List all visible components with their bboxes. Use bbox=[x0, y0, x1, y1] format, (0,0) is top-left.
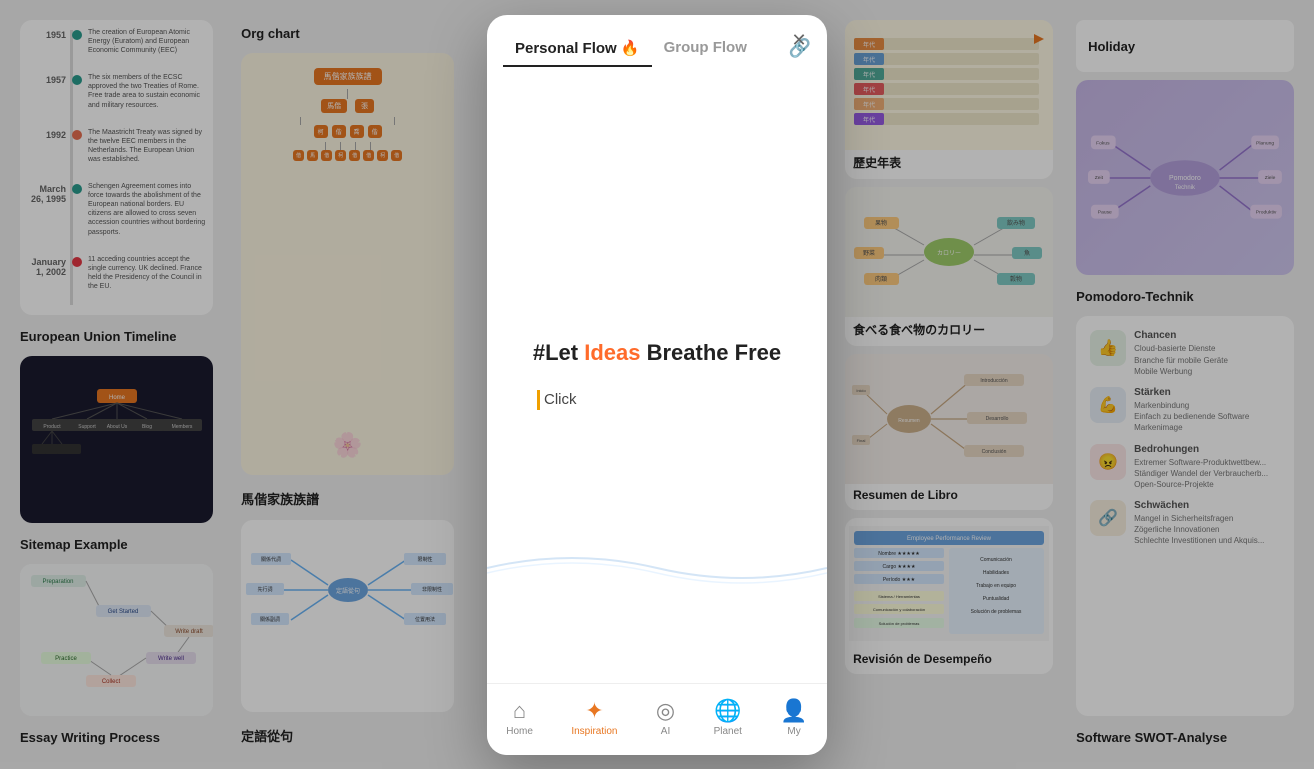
planet-label: Planet bbox=[714, 726, 742, 737]
wave-svg bbox=[487, 538, 827, 598]
headline-prefix: #Let bbox=[533, 340, 584, 365]
nav-inspiration[interactable]: ✦ Inspiration bbox=[559, 694, 629, 741]
modal-click-text: Click bbox=[544, 391, 577, 408]
my-icon: 👤 bbox=[780, 698, 807, 724]
nav-home[interactable]: ⌂ Home bbox=[494, 694, 545, 741]
headline-ideas: Ideas bbox=[584, 340, 640, 365]
home-icon: ⌂ bbox=[513, 698, 526, 724]
nav-planet[interactable]: 🌐 Planet bbox=[702, 694, 754, 741]
modal-wave bbox=[487, 538, 827, 603]
headline-suffix: Breathe Free bbox=[641, 340, 782, 365]
cursor-bar bbox=[537, 390, 540, 410]
modal-headline: #Let Ideas Breathe Free bbox=[533, 340, 781, 366]
ai-icon: ◎ bbox=[656, 698, 675, 724]
tab-group-flow-label: Group Flow bbox=[664, 39, 747, 56]
modal-headline-area: #Let Ideas Breathe Free bbox=[533, 340, 781, 374]
modal-header: Personal Flow 🔥 Group Flow 🔗 bbox=[487, 15, 827, 67]
tab-personal-flow-label: Personal Flow bbox=[515, 40, 617, 57]
ai-label: AI bbox=[661, 726, 670, 737]
tab-personal-fire-emoji: 🔥 bbox=[617, 40, 640, 57]
modal-close-button[interactable]: ✕ bbox=[785, 27, 813, 55]
my-label: My bbox=[787, 726, 800, 737]
tab-personal-flow[interactable]: Personal Flow 🔥 bbox=[503, 31, 652, 67]
modal-main-content: #Let Ideas Breathe Free Click bbox=[487, 67, 827, 683]
inspiration-icon: ✦ bbox=[585, 698, 603, 724]
inspiration-label: Inspiration bbox=[571, 726, 617, 737]
modal-cursor-line: Click bbox=[537, 390, 577, 410]
home-label: Home bbox=[506, 726, 533, 737]
nav-ai[interactable]: ◎ AI bbox=[644, 694, 687, 741]
planet-icon: 🌐 bbox=[714, 698, 741, 724]
modal: ✕ Personal Flow 🔥 Group Flow 🔗 #Let Idea… bbox=[487, 15, 827, 755]
nav-my[interactable]: 👤 My bbox=[768, 694, 819, 741]
modal-nav-bar: ⌂ Home ✦ Inspiration ◎ AI 🌐 Planet 👤 My bbox=[487, 683, 827, 755]
tab-group-flow[interactable]: Group Flow bbox=[652, 31, 759, 66]
